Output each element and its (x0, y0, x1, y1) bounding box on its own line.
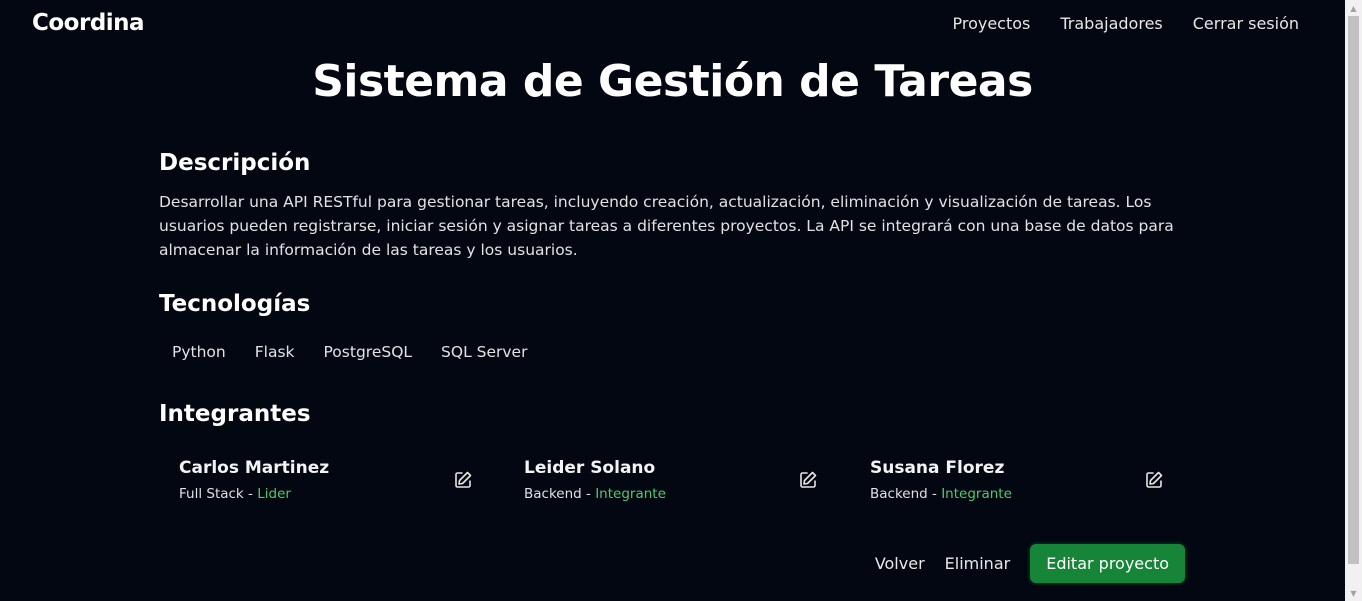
project-actions: Volver Eliminar Editar proyecto (875, 544, 1185, 583)
technologies-heading: Tecnologías (159, 291, 311, 317)
description-text: Desarrollar una API RESTful para gestion… (159, 193, 1174, 259)
brand-logo[interactable]: Coordina (32, 10, 145, 36)
delete-button[interactable]: Eliminar (945, 554, 1011, 573)
nav-link-proyectos[interactable]: Proyectos (952, 14, 1030, 33)
main-nav: Proyectos Trabajadores Cerrar sesión (952, 14, 1299, 33)
member-role-line: Backend - Integrante (524, 486, 666, 502)
member-name: Susana Florez (870, 458, 1005, 478)
edit-icon[interactable] (1144, 470, 1164, 490)
nav-link-cerrar-sesion[interactable]: Cerrar sesión (1193, 14, 1299, 33)
technologies-list: Python Flask PostgreSQL SQL Server (172, 343, 527, 361)
back-button[interactable]: Volver (875, 554, 925, 573)
member-card: Carlos Martinez Full Stack - Lider (179, 458, 479, 508)
description-heading: Descripción (159, 150, 311, 176)
member-role-line: Full Stack - Lider (179, 486, 291, 502)
member-role-line: Backend - Integrante (870, 486, 1012, 502)
members-heading: Integrantes (159, 401, 311, 427)
member-name: Leider Solano (524, 458, 656, 478)
role-separator: - (581, 486, 596, 502)
edit-icon[interactable] (798, 470, 818, 490)
role-separator: - (927, 486, 942, 502)
scroll-up-arrow-icon[interactable]: ▲ (1345, 0, 1362, 16)
vertical-scrollbar[interactable]: ▲ ▼ (1345, 0, 1362, 601)
scroll-down-arrow-icon[interactable]: ▼ (1345, 585, 1362, 601)
page-title: Sistema de Gestión de Tareas (312, 56, 1033, 107)
technology-item: Python (172, 343, 226, 361)
edit-project-button[interactable]: Editar proyecto (1030, 544, 1185, 583)
member-card: Susana Florez Backend - Integrante (870, 458, 1170, 508)
scrollbar-thumb[interactable] (1348, 16, 1359, 564)
member-card: Leider Solano Backend - Integrante (524, 458, 824, 508)
technology-item: SQL Server (441, 343, 528, 361)
member-status: Lider (257, 486, 291, 502)
member-role: Backend (870, 486, 928, 502)
technology-item: PostgreSQL (323, 343, 413, 361)
nav-link-trabajadores[interactable]: Trabajadores (1060, 14, 1162, 33)
member-role: Full Stack (179, 486, 244, 502)
role-separator: - (243, 486, 258, 502)
member-status: Integrante (595, 486, 666, 502)
edit-icon[interactable] (453, 470, 473, 490)
member-name: Carlos Martinez (179, 458, 330, 478)
technology-item: Flask (254, 343, 295, 361)
member-status: Integrante (941, 486, 1012, 502)
member-role: Backend (524, 486, 582, 502)
